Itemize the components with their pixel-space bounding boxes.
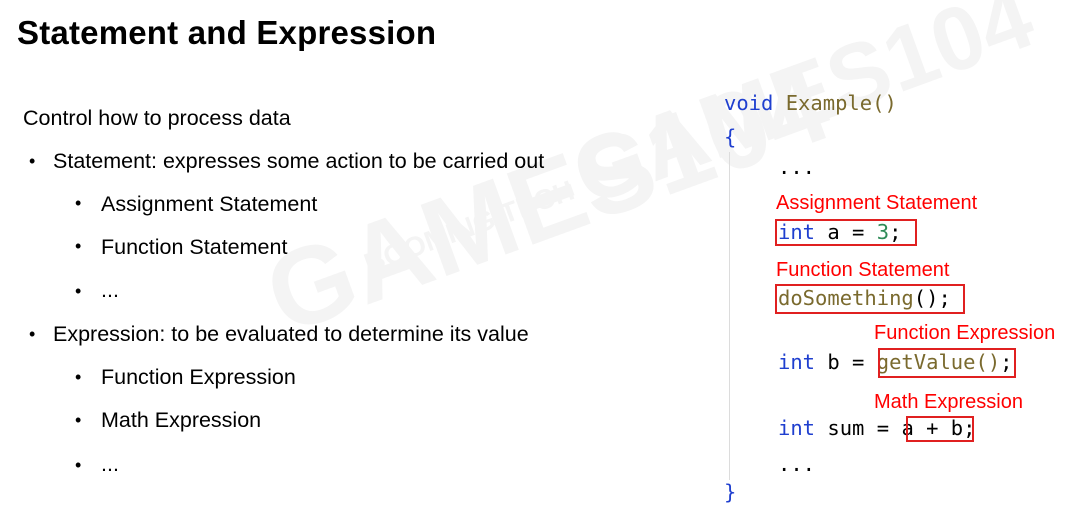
highlight-box-math-expression: [906, 416, 974, 442]
bullet-icon: •: [29, 151, 36, 171]
code-function-name: Example(): [785, 91, 897, 115]
list-item: Math Expression: [101, 408, 262, 432]
list-item: Expression: to be evaluated to determine…: [53, 322, 529, 346]
bullet-icon: •: [75, 281, 82, 301]
highlight-box-function-statement: [775, 284, 965, 314]
list-item: ...: [101, 452, 119, 476]
code-signature: void Example(): [724, 91, 897, 115]
highlight-box-assignment: [775, 219, 917, 246]
indent-guide: [729, 152, 730, 480]
code-keyword: void: [724, 91, 774, 115]
watermark: GAMES104: [250, 41, 845, 358]
list-item: Assignment Statement: [101, 192, 318, 216]
code-keyword: int: [778, 416, 816, 440]
code-ellipsis: ...: [778, 452, 816, 476]
code-keyword: int: [778, 350, 816, 374]
annotation-function-expression: Function Expression: [874, 322, 1056, 344]
list-item: Function Statement: [101, 235, 288, 259]
bullet-icon: •: [29, 324, 36, 344]
code-open-brace: {: [724, 125, 737, 149]
slide-title: Statement and Expression: [17, 14, 437, 51]
annotation-assignment-statement: Assignment Statement: [776, 192, 978, 214]
annotation-function-statement: Function Statement: [776, 259, 950, 281]
annotation-math-expression: Math Expression: [874, 391, 1023, 413]
list-item: ...: [101, 278, 119, 302]
bullet-icon: •: [75, 193, 82, 213]
bullet-icon: •: [75, 367, 82, 387]
list-item: Function Expression: [101, 365, 296, 389]
highlight-box-function-expression: [878, 348, 1016, 378]
bullet-icon: •: [75, 410, 82, 430]
list-item: Statement: expresses some action to be c…: [53, 149, 545, 173]
code-text: sum =: [815, 416, 902, 440]
watermark-sub: BOOMING TECH: [360, 174, 579, 280]
code-ellipsis: ...: [778, 155, 816, 179]
bullet-icon: •: [75, 455, 82, 475]
code-text: b =: [815, 350, 877, 374]
intro-text: Control how to process data: [23, 106, 291, 130]
bullet-icon: •: [75, 236, 82, 256]
code-close-brace: }: [724, 480, 737, 504]
